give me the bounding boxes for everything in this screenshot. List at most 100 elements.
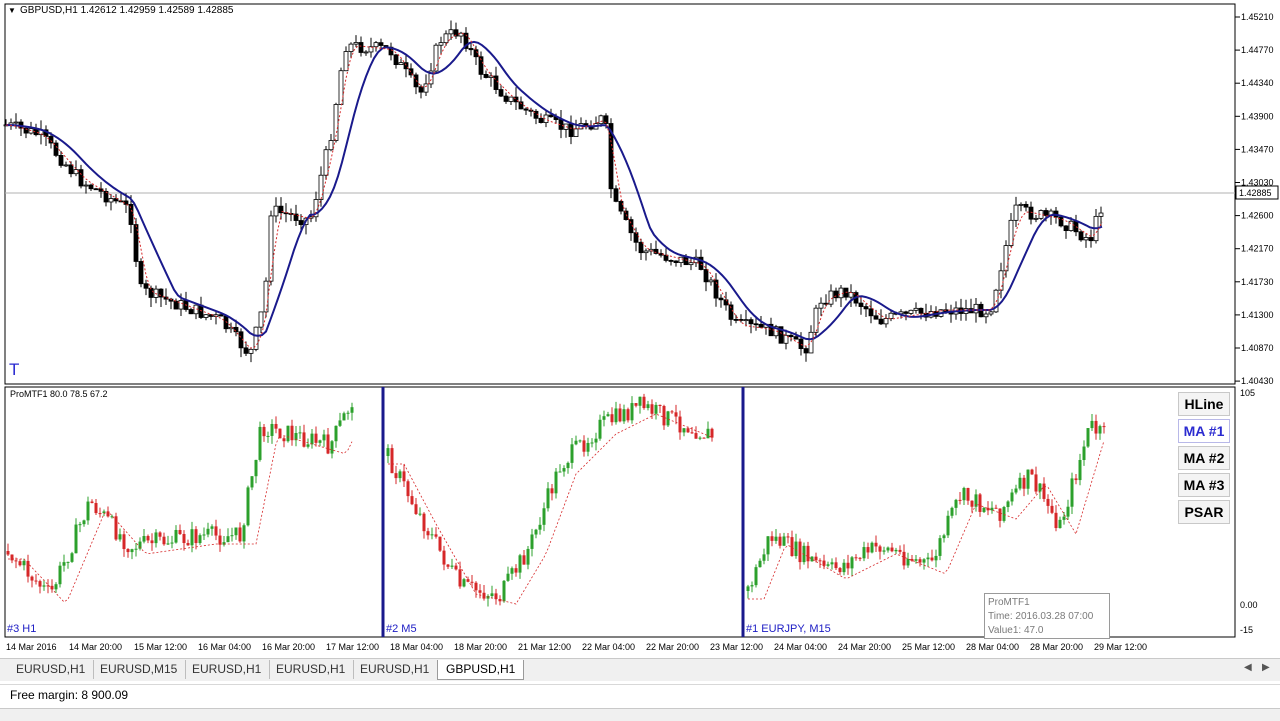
indicator-bar	[990, 507, 994, 511]
candle-body	[363, 51, 369, 54]
candle-body	[178, 300, 184, 310]
indicator-bar	[334, 425, 338, 442]
tab-eurusd-h1[interactable]: EURUSD,H1	[8, 660, 95, 679]
scroll-right-icon[interactable]: ▶	[1262, 662, 1270, 673]
indicator-bar	[90, 501, 94, 504]
indicator-bar	[670, 411, 674, 413]
indicator-bar	[966, 487, 970, 501]
candle-body	[393, 54, 399, 66]
indicator-bar	[850, 557, 854, 569]
candle-body	[498, 89, 504, 97]
tooltip-name: ProMTF1	[988, 597, 1030, 608]
candle-body	[263, 280, 269, 313]
time-label: 22 Mar 20:00	[646, 642, 700, 652]
indicator-bar	[958, 499, 962, 501]
indicator-bar	[934, 555, 938, 561]
psar-button[interactable]: PSAR	[1178, 500, 1230, 524]
indicator-bar	[330, 441, 334, 454]
chart-menu-arrow-icon[interactable]: ▼	[8, 6, 16, 15]
candle-body	[643, 250, 649, 254]
ma1-button[interactable]: MA #1	[1178, 419, 1230, 443]
indicator-bar	[454, 565, 458, 570]
indicator-bar	[314, 433, 318, 443]
ma3-button[interactable]: MA #3	[1178, 473, 1230, 497]
pane-label-m5: #2 M5	[386, 623, 417, 635]
tab-eurusd-h1[interactable]: EURUSD,H1	[268, 660, 355, 679]
candle-body	[668, 260, 674, 262]
price-label: 1.45210	[1241, 12, 1274, 22]
indicator-bar	[410, 496, 414, 505]
indicator-bar	[970, 500, 974, 507]
indicator-bar	[510, 568, 514, 574]
status-bar	[0, 684, 1280, 707]
candle-body	[913, 307, 919, 311]
indicator-bar	[1086, 428, 1090, 447]
indicator-bar	[886, 547, 890, 551]
indicator-bar	[786, 536, 790, 538]
indicator-bar	[774, 536, 778, 541]
candle-body	[613, 188, 619, 202]
indicator-bar	[306, 444, 310, 447]
candle-body	[63, 164, 69, 167]
scroll-left-icon[interactable]: ◀	[1244, 662, 1252, 673]
indicator-bar	[418, 513, 422, 515]
ma2-button[interactable]: MA #2	[1178, 446, 1230, 470]
candle-body	[598, 115, 604, 125]
indicator-bar	[202, 534, 206, 536]
indicator-bar	[918, 559, 922, 563]
candle-body	[803, 348, 809, 354]
price-label: 1.42170	[1241, 244, 1274, 254]
tab-eurusd-h1[interactable]: EURUSD,H1	[184, 660, 271, 679]
candle-body	[538, 117, 544, 123]
indicator-bar	[854, 557, 858, 559]
indicator-signal-line	[388, 413, 713, 605]
candle-body	[848, 292, 854, 298]
tooltip-time: Time: 2016.03.28 07:00	[988, 611, 1094, 622]
indicator-bar	[310, 433, 314, 445]
indicator-bar	[906, 558, 910, 566]
indicator-bar	[250, 476, 254, 488]
indicator-bar	[1094, 420, 1098, 434]
indicator-bar	[130, 549, 134, 553]
indicator-bar	[586, 442, 590, 452]
indicator-bar	[978, 494, 982, 512]
time-label: 18 Mar 04:00	[390, 642, 444, 652]
candle-body	[468, 48, 474, 51]
indicator-bar	[822, 560, 826, 566]
indicator-bar	[1074, 478, 1078, 481]
indicator-bar	[70, 553, 74, 562]
indicator-bar	[594, 438, 598, 443]
price-label: 1.41300	[1241, 310, 1274, 320]
time-label: 24 Mar 20:00	[838, 642, 892, 652]
indicator-bar	[998, 508, 1002, 521]
indicator-bar	[1006, 501, 1010, 508]
indicator-bar	[254, 459, 258, 477]
tab-eurusd-h1[interactable]: EURUSD,H1	[352, 660, 439, 679]
indicator-bar	[430, 534, 434, 536]
indicator-bar	[178, 529, 182, 535]
indicator-bar	[870, 542, 874, 553]
price-chart[interactable]: 1.45210 1.44770 1.44340 1.43900 1.43470 1.430…	[0, 0, 1280, 386]
price-chart-canvas[interactable]: 1.452101.447701.443401.439001.434701.430…	[0, 0, 1280, 386]
tab-gbpusd-h1[interactable]: GBPUSD,H1	[437, 660, 525, 680]
time-label: 14 Mar 20:00	[69, 642, 123, 652]
candle-body	[373, 42, 379, 48]
candle-body	[218, 314, 224, 317]
indicator-bar	[950, 507, 954, 516]
indicator-bar	[506, 573, 510, 581]
indicator-bar	[1002, 507, 1006, 521]
candle-body	[1013, 204, 1019, 221]
chart-frame	[4, 3, 1236, 385]
indicator-bar	[926, 557, 930, 560]
indicator-bar	[386, 448, 390, 456]
candle-body	[83, 184, 89, 187]
trade-level-marker[interactable]: T	[9, 360, 19, 380]
tab-eurusd-m15[interactable]: EURUSD,M15	[92, 660, 187, 679]
indicator-bar	[654, 404, 658, 414]
indicator-bar	[922, 559, 926, 563]
hline-button[interactable]: HLine	[1178, 392, 1230, 416]
indicator-bar	[982, 507, 986, 512]
indicator-bar	[246, 487, 250, 526]
indicator-bar	[74, 524, 78, 554]
candle-body	[1083, 237, 1089, 241]
